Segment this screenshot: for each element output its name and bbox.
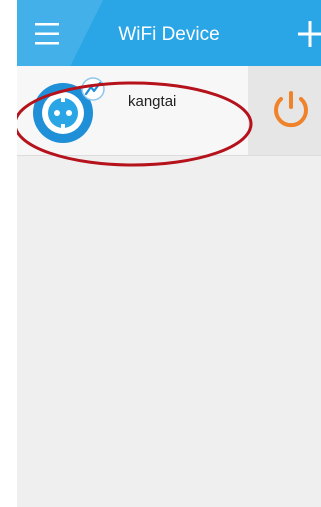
left-margin: [0, 0, 17, 507]
page-title: WiFi Device: [118, 24, 220, 45]
row-divider: [17, 155, 321, 156]
app-screen: WiFi Device kangtai: [17, 0, 321, 507]
top-bar: WiFi Device: [17, 0, 321, 66]
power-icon: [274, 91, 308, 128]
device-row[interactable]: kangtai: [17, 66, 321, 155]
add-device-button[interactable]: [298, 20, 321, 48]
device-avatar: [30, 75, 107, 147]
smart-plug-icon: [33, 77, 105, 143]
plus-icon: [298, 21, 321, 47]
device-name: kangtai: [128, 93, 177, 110]
power-toggle[interactable]: [248, 66, 321, 155]
signal-icon: [81, 77, 105, 101]
